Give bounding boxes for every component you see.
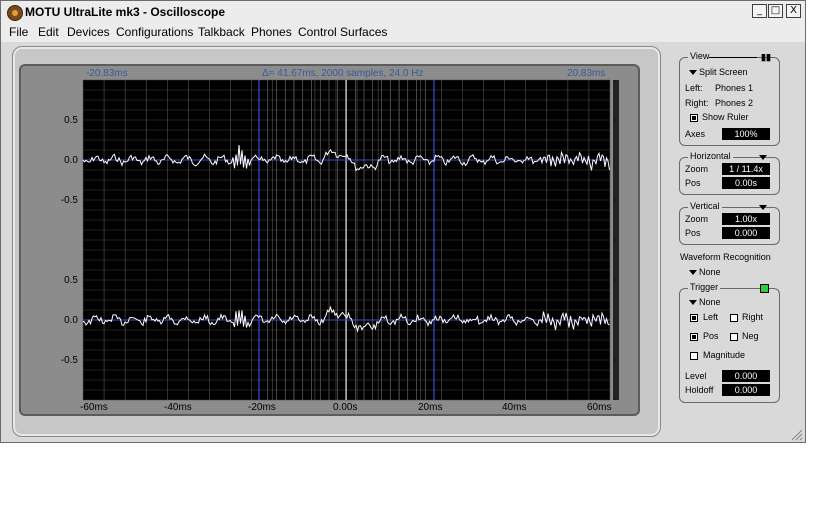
h-zoom-label: Zoom: [685, 164, 709, 174]
trigger-magnitude-label: Magnitude: [703, 350, 746, 360]
trigger-holdoff-label: Holdoff: [685, 385, 714, 395]
trigger-neg-checkbox[interactable]: [730, 333, 738, 341]
view-title: View: [688, 51, 712, 61]
x-label-m40: -40ms: [164, 402, 192, 413]
trigger-mode-arrow-icon[interactable]: [689, 300, 697, 305]
vertical-menu-arrow-icon[interactable]: [759, 205, 767, 210]
trigger-status-led: [760, 284, 769, 293]
trigger-holdoff-field[interactable]: 0.000: [722, 384, 770, 396]
waveform-recognition-label: Waveform Recognition: [680, 252, 771, 262]
axes-field[interactable]: 100%: [722, 128, 770, 140]
vertical-title: Vertical: [688, 201, 722, 211]
y-label-bottom-m05: -0.5: [60, 355, 78, 366]
pin-icon[interactable]: ▮▮: [761, 52, 771, 63]
x-label-m60: -60ms: [80, 402, 108, 413]
trigger-right-label: Right: [742, 312, 764, 322]
x-label-40: 40ms: [502, 402, 527, 413]
x-label-20: 20ms: [418, 402, 443, 413]
trigger-title: Trigger: [688, 282, 721, 292]
split-screen-arrow-icon[interactable]: [689, 70, 697, 75]
right-channel-label: Right:: [685, 98, 709, 108]
y-label-bottom-00: 0.0: [64, 315, 78, 326]
trigger-pos-checkbox[interactable]: [690, 333, 698, 341]
view-mode[interactable]: Split Screen: [699, 67, 748, 77]
y-label-top-05: 0.5: [64, 115, 78, 126]
h-pos-label: Pos: [685, 178, 701, 188]
horizontal-title: Horizontal: [688, 151, 733, 161]
v-zoom-label: Zoom: [685, 214, 709, 224]
trigger-magnitude-checkbox[interactable]: [690, 352, 698, 360]
x-label-60: 60ms: [587, 402, 612, 413]
show-ruler-label: Show Ruler: [702, 112, 749, 122]
scroll-strip[interactable]: [613, 80, 619, 400]
axes-label: Axes: [685, 129, 706, 139]
v-zoom-field[interactable]: 1.00x: [722, 213, 770, 225]
trigger-neg-label: Neg: [742, 331, 759, 341]
h-pos-field[interactable]: 0.00s: [722, 177, 770, 189]
y-label-bottom-05: 0.5: [64, 275, 78, 286]
x-label-m20: -20ms: [248, 402, 276, 413]
trigger-left-checkbox[interactable]: [690, 314, 698, 322]
trigger-left-label: Left: [703, 312, 719, 322]
trigger-level-label: Level: [685, 371, 707, 381]
x-label-0: 0.00s: [333, 402, 358, 413]
left-channel-label: Left:: [685, 83, 703, 93]
right-channel-value[interactable]: Phones 2: [715, 98, 753, 108]
waveform-value[interactable]: None: [699, 267, 721, 277]
v-pos-field[interactable]: 0.000: [722, 227, 770, 239]
view-divider: [709, 57, 757, 58]
v-pos-label: Pos: [685, 228, 701, 238]
y-label-top-m05: -0.5: [60, 195, 78, 206]
waveform-arrow-icon[interactable]: [689, 270, 697, 275]
trigger-right-checkbox[interactable]: [730, 314, 738, 322]
y-label-top-00: 0.0: [64, 155, 78, 166]
trigger-level-field[interactable]: 0.000: [722, 370, 770, 382]
trigger-mode[interactable]: None: [699, 297, 721, 307]
resize-grip-icon[interactable]: [791, 429, 803, 441]
show-ruler-checkbox[interactable]: [690, 114, 698, 122]
left-channel-value[interactable]: Phones 1: [715, 83, 753, 93]
trigger-pos-label: Pos: [703, 331, 719, 341]
h-zoom-field[interactable]: 1 / 11.4x: [722, 163, 770, 175]
horizontal-menu-arrow-icon[interactable]: [759, 155, 767, 160]
